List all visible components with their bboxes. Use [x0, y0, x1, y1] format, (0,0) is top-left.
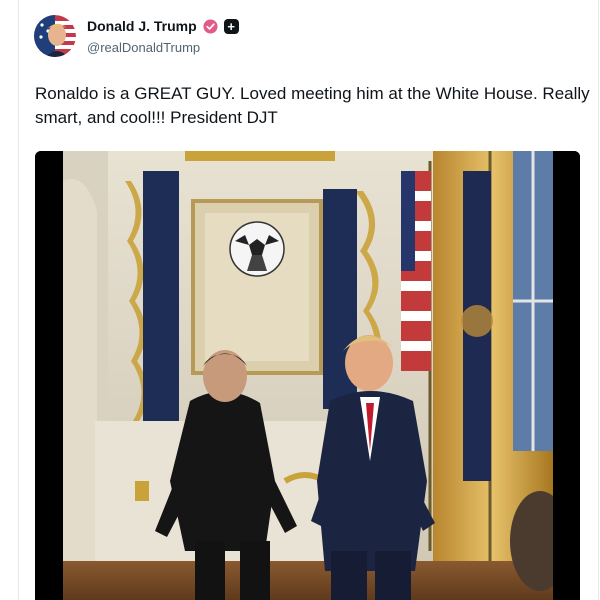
post-text: Ronaldo is a GREAT GUY. Loved meeting hi…: [35, 84, 590, 127]
post-header: Donald J. Trump + @realDonaldTrump: [34, 15, 574, 59]
avatar[interactable]: [34, 15, 76, 57]
plus-square-icon: +: [223, 18, 239, 34]
user-handle[interactable]: @realDonaldTrump: [87, 40, 200, 55]
video-frame-image: [35, 151, 580, 600]
display-name[interactable]: Donald J. Trump: [87, 18, 197, 34]
name-row: Donald J. Trump +: [87, 18, 239, 34]
verified-badge-icon: [203, 18, 218, 34]
post-card: Donald J. Trump + @realDonaldTrump Ronal…: [18, 0, 599, 600]
video-player[interactable]: [35, 151, 580, 600]
